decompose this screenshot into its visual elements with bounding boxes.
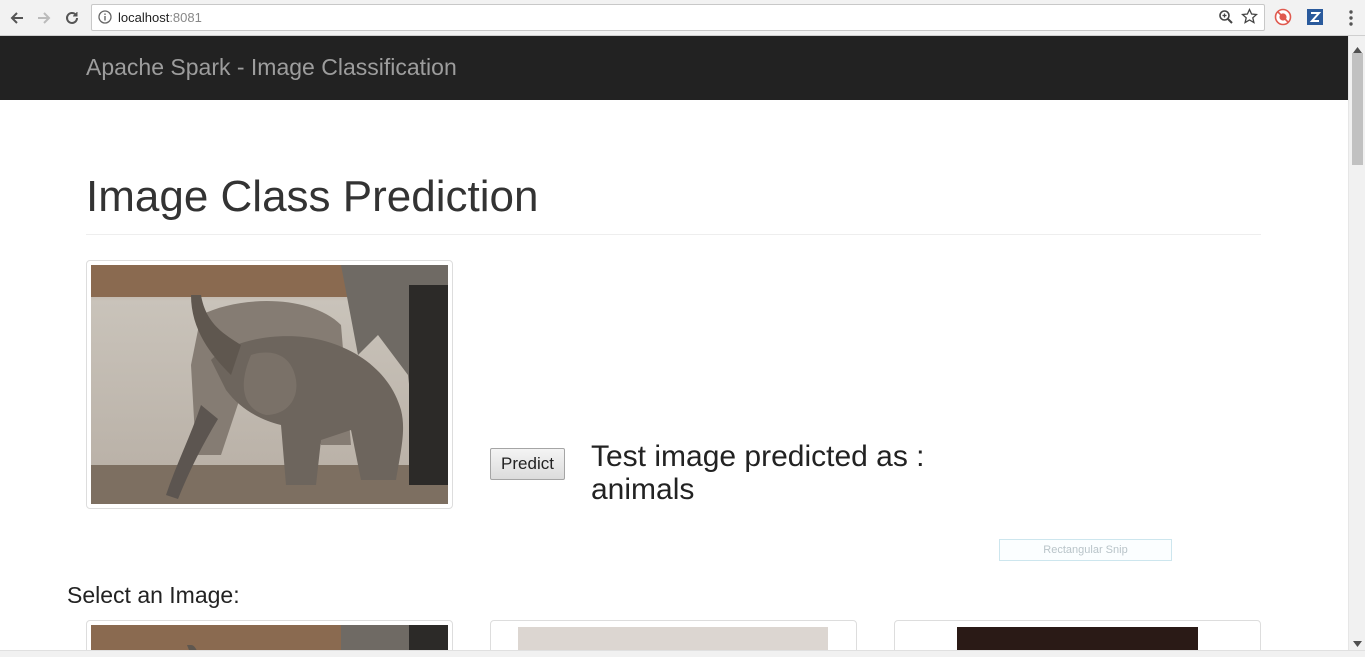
scrollbar-thumb[interactable] — [1352, 53, 1363, 165]
url-host: localhost — [118, 10, 170, 25]
url-port: :8081 — [169, 10, 202, 25]
photo-light — [495, 625, 852, 650]
extension-icon[interactable] — [1274, 8, 1292, 26]
reload-icon[interactable] — [62, 8, 82, 28]
select-image-label: Select an Image: — [67, 582, 240, 608]
browser-toolbar: localhost:8081 — [0, 0, 1365, 36]
gallery-image-3[interactable] — [894, 620, 1261, 650]
navbar-brand[interactable]: Apache Spark - Image Classification — [86, 54, 457, 81]
info-icon[interactable] — [98, 10, 112, 29]
horizontal-scrollbar[interactable] — [0, 650, 1365, 657]
elephant-photo — [91, 625, 448, 650]
url-text[interactable]: localhost:8081 — [118, 10, 202, 25]
elephant-photo — [91, 265, 448, 504]
address-bar[interactable]: localhost:8081 — [91, 4, 1265, 31]
predict-button[interactable]: Predict — [490, 448, 565, 480]
page-title: Image Class Prediction — [86, 172, 539, 221]
title-divider — [86, 234, 1261, 235]
prediction-value: animals — [591, 473, 695, 506]
zotero-icon[interactable] — [1306, 8, 1324, 26]
forward-icon[interactable] — [34, 8, 54, 28]
gallery-image-elephant[interactable] — [86, 620, 453, 650]
rectangular-snip-overlay: Rectangular Snip — [999, 539, 1172, 561]
prediction-label: Test image predicted as : — [591, 440, 925, 473]
menu-icon[interactable] — [1349, 9, 1353, 27]
back-icon[interactable] — [7, 8, 27, 28]
photo-dark — [899, 625, 1256, 650]
zoom-icon[interactable] — [1218, 9, 1234, 30]
gallery-image-2[interactable] — [490, 620, 857, 650]
test-image-thumbnail — [86, 260, 453, 509]
star-icon[interactable] — [1240, 7, 1259, 30]
navbar: Apache Spark - Image Classification — [0, 36, 1348, 100]
vertical-scrollbar[interactable] — [1348, 36, 1365, 650]
page-viewport: Apache Spark - Image Classification Imag… — [0, 36, 1348, 650]
